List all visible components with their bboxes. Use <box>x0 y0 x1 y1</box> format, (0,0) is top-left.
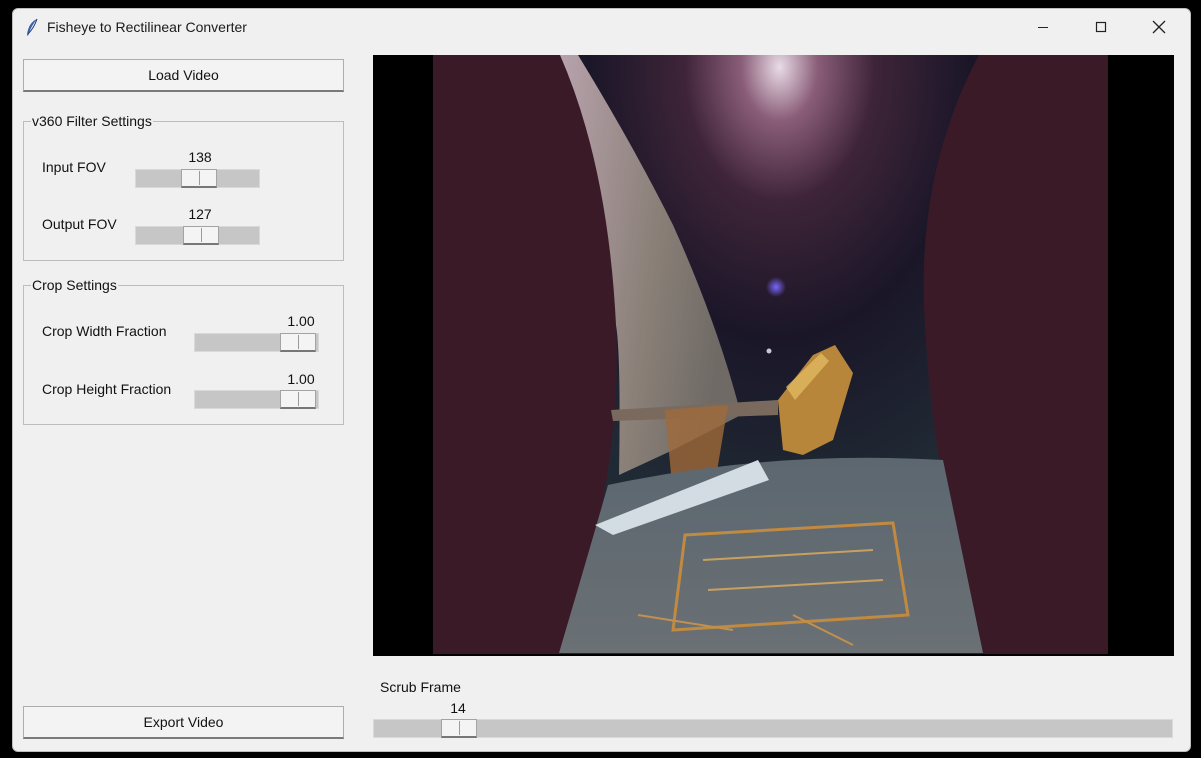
video-frame-image <box>373 55 1174 656</box>
crop-width-slider[interactable] <box>194 333 319 352</box>
minimize-icon <box>1037 20 1049 36</box>
scrub-frame-value: 14 <box>450 700 466 716</box>
maximize-button[interactable] <box>1072 9 1130 47</box>
input-fov-slider[interactable] <box>135 169 260 188</box>
input-fov-label: Input FOV <box>42 159 106 175</box>
crop-height-value: 1.00 <box>287 371 315 387</box>
window-title: Fisheye to Rectilinear Converter <box>47 19 247 35</box>
load-video-button[interactable]: Load Video <box>23 59 344 92</box>
output-fov-label: Output FOV <box>42 216 117 232</box>
input-fov-value: 138 <box>188 149 212 165</box>
maximize-icon <box>1095 20 1107 36</box>
crop-settings-label: Crop Settings <box>31 277 118 293</box>
export-video-button[interactable]: Export Video <box>23 706 344 739</box>
crop-width-value: 1.00 <box>287 313 315 329</box>
close-button[interactable] <box>1130 9 1188 47</box>
feather-icon <box>25 18 39 38</box>
load-video-label: Load Video <box>148 67 219 83</box>
input-fov-slider-thumb[interactable] <box>181 169 217 188</box>
v360-settings-group: v360 Filter Settings Input FOV 138 Outpu… <box>23 113 344 261</box>
output-fov-slider-thumb[interactable] <box>183 226 219 245</box>
output-fov-value: 127 <box>188 206 212 222</box>
title-bar[interactable]: Fisheye to Rectilinear Converter <box>13 9 1190 47</box>
crop-height-label: Crop Height Fraction <box>42 381 172 397</box>
output-fov-slider[interactable] <box>135 226 260 245</box>
crop-width-label: Crop Width Fraction <box>42 323 167 339</box>
minimize-button[interactable] <box>1014 9 1072 47</box>
crop-width-slider-thumb[interactable] <box>280 333 316 352</box>
scrub-frame-label: Scrub Frame <box>380 679 461 695</box>
crop-settings-group: Crop Settings Crop Width Fraction 1.00 C… <box>23 277 344 425</box>
crop-height-slider-thumb[interactable] <box>280 390 316 409</box>
export-video-label: Export Video <box>143 714 224 730</box>
scrub-frame-slider-thumb[interactable] <box>441 719 477 738</box>
scrub-frame-slider[interactable] <box>373 719 1173 738</box>
video-preview <box>373 55 1174 656</box>
close-icon <box>1152 20 1166 37</box>
crop-height-slider[interactable] <box>194 390 319 409</box>
app-window: Fisheye to Rectilinear Converter Load Vi… <box>12 8 1191 752</box>
v360-settings-label: v360 Filter Settings <box>31 113 153 129</box>
